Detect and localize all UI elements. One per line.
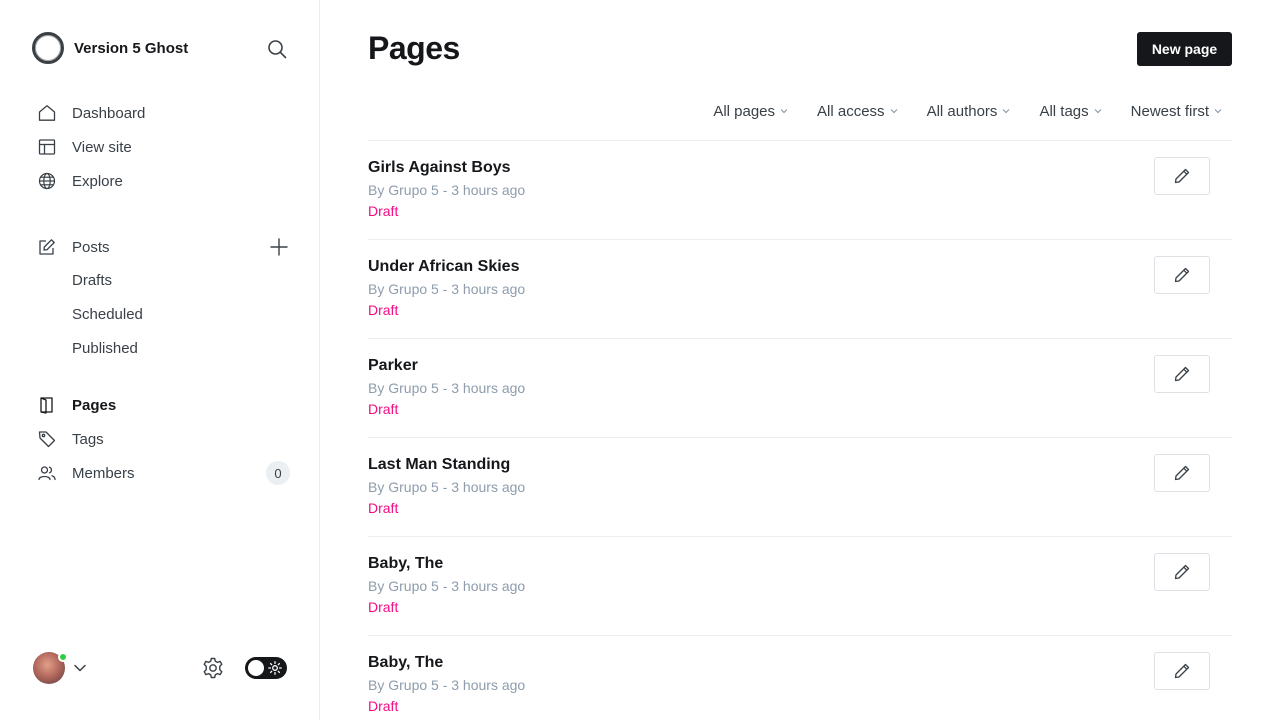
list-item[interactable]: Girls Against Boys By Grupo 5 - 3 hours … bbox=[368, 140, 1232, 239]
page-meta: By Grupo 5 - 3 hours ago bbox=[368, 281, 526, 297]
filter-sort[interactable]: Newest first bbox=[1131, 103, 1222, 120]
page-title-link[interactable]: Under African Skies bbox=[368, 258, 519, 276]
nav-members-label: Members bbox=[72, 464, 135, 482]
gear-icon bbox=[203, 657, 223, 679]
new-page-button[interactable]: New page bbox=[1137, 32, 1232, 66]
chevron-down-icon bbox=[780, 109, 788, 114]
nav-dashboard-label: Dashboard bbox=[72, 104, 146, 122]
site-logo-icon bbox=[32, 32, 64, 64]
home-icon bbox=[38, 104, 56, 122]
edit-button[interactable] bbox=[1154, 256, 1210, 294]
chevron-down-icon bbox=[1003, 109, 1010, 114]
chevron-down-icon bbox=[74, 664, 86, 672]
page-meta: By Grupo 5 - 3 hours ago bbox=[368, 479, 526, 495]
page-meta: By Grupo 5 - 3 hours ago bbox=[368, 380, 526, 396]
list-item[interactable]: Baby, The By Grupo 5 - 3 hours ago Draft bbox=[368, 635, 1232, 720]
edit-button[interactable] bbox=[1154, 355, 1210, 393]
status-badge: Draft bbox=[368, 203, 399, 219]
page-title-link[interactable]: Parker bbox=[368, 357, 418, 375]
layout-icon bbox=[38, 138, 56, 156]
page-icon bbox=[38, 396, 56, 414]
user-menu-button[interactable] bbox=[73, 661, 87, 675]
plus-icon bbox=[270, 238, 288, 256]
pencil-icon bbox=[1174, 168, 1190, 184]
filter-authors[interactable]: All authors bbox=[927, 103, 1011, 120]
nav-dashboard[interactable]: Dashboard bbox=[38, 101, 145, 125]
chevron-down-icon bbox=[1094, 109, 1102, 114]
page-title-link[interactable]: Baby, The bbox=[368, 555, 443, 573]
filter-bar: All pages All access All authors All tag… bbox=[713, 100, 1222, 122]
filter-tags[interactable]: All tags bbox=[1039, 102, 1102, 120]
page-title-link[interactable]: Girls Against Boys bbox=[368, 159, 511, 177]
pencil-icon bbox=[1174, 366, 1190, 382]
nav-scheduled[interactable]: Scheduled bbox=[72, 306, 143, 323]
tag-icon bbox=[38, 430, 56, 448]
nav-view-site[interactable]: View site bbox=[38, 135, 132, 159]
nav-pages[interactable]: Pages bbox=[38, 393, 116, 417]
online-status-indicator bbox=[58, 652, 68, 662]
pencil-icon bbox=[1174, 564, 1190, 580]
pencil-icon bbox=[1174, 465, 1190, 481]
page-meta: By Grupo 5 - 3 hours ago bbox=[368, 677, 526, 693]
sidebar: Version 5 Ghost Dashboard View site Expl… bbox=[0, 0, 320, 720]
status-badge: Draft bbox=[368, 500, 399, 516]
nav-published[interactable]: Published bbox=[72, 340, 138, 357]
toggle-knob bbox=[248, 660, 264, 676]
new-post-button[interactable] bbox=[268, 236, 290, 258]
filter-access[interactable]: All access bbox=[817, 103, 898, 120]
dark-mode-toggle[interactable] bbox=[245, 657, 287, 679]
list-item[interactable]: Last Man Standing By Grupo 5 - 3 hours a… bbox=[368, 437, 1232, 536]
search-button[interactable] bbox=[264, 36, 290, 62]
edit-button[interactable] bbox=[1154, 454, 1210, 492]
nav-members[interactable]: Members bbox=[38, 461, 135, 485]
globe-icon bbox=[38, 172, 56, 190]
nav-posts-label: Posts bbox=[72, 238, 110, 256]
nav-tags[interactable]: Tags bbox=[38, 427, 104, 451]
page-title: Pages bbox=[368, 30, 460, 66]
chevron-down-icon bbox=[1214, 109, 1222, 114]
list-item[interactable]: Baby, The By Grupo 5 - 3 hours ago Draft bbox=[368, 536, 1232, 635]
nav-explore-label: Explore bbox=[72, 172, 123, 190]
nav-drafts[interactable]: Drafts bbox=[72, 272, 112, 289]
members-icon bbox=[38, 464, 56, 482]
brand[interactable]: Version 5 Ghost bbox=[32, 31, 188, 65]
filter-label: All pages bbox=[713, 102, 776, 120]
status-badge: Draft bbox=[368, 401, 399, 417]
edit-posts-icon bbox=[38, 238, 56, 256]
page-title-link[interactable]: Baby, The bbox=[368, 654, 443, 672]
edit-button[interactable] bbox=[1154, 157, 1210, 195]
filter-label: All tags bbox=[1039, 102, 1089, 120]
filter-pages-type[interactable]: All pages bbox=[713, 103, 788, 120]
chevron-down-icon bbox=[890, 109, 897, 114]
page-meta: By Grupo 5 - 3 hours ago bbox=[368, 578, 526, 594]
edit-button[interactable] bbox=[1154, 553, 1210, 591]
pages-list: Girls Against Boys By Grupo 5 - 3 hours … bbox=[368, 140, 1232, 720]
status-badge: Draft bbox=[368, 302, 399, 318]
status-badge: Draft bbox=[368, 698, 399, 714]
members-count-badge: 0 bbox=[266, 461, 290, 485]
edit-button[interactable] bbox=[1154, 652, 1210, 690]
status-badge: Draft bbox=[368, 599, 399, 615]
filter-label: Newest first bbox=[1130, 102, 1209, 120]
nav-view-site-label: View site bbox=[72, 138, 132, 156]
nav-explore[interactable]: Explore bbox=[38, 169, 123, 193]
nav-posts[interactable]: Posts bbox=[38, 235, 110, 259]
nav-pages-label: Pages bbox=[72, 396, 117, 414]
page-meta: By Grupo 5 - 3 hours ago bbox=[368, 182, 526, 198]
list-item[interactable]: Under African Skies By Grupo 5 - 3 hours… bbox=[368, 239, 1232, 338]
site-name: Version 5 Ghost bbox=[74, 39, 189, 57]
nav-tags-label: Tags bbox=[72, 430, 104, 448]
list-item[interactable]: Parker By Grupo 5 - 3 hours ago Draft bbox=[368, 338, 1232, 437]
search-icon bbox=[268, 40, 287, 59]
filter-label: All access bbox=[817, 102, 885, 120]
pencil-icon bbox=[1174, 663, 1190, 679]
settings-button[interactable] bbox=[201, 656, 225, 680]
page-title-link[interactable]: Last Man Standing bbox=[368, 456, 510, 474]
filter-label: All authors bbox=[926, 102, 998, 120]
pencil-icon bbox=[1174, 267, 1190, 283]
sun-icon bbox=[268, 661, 282, 675]
